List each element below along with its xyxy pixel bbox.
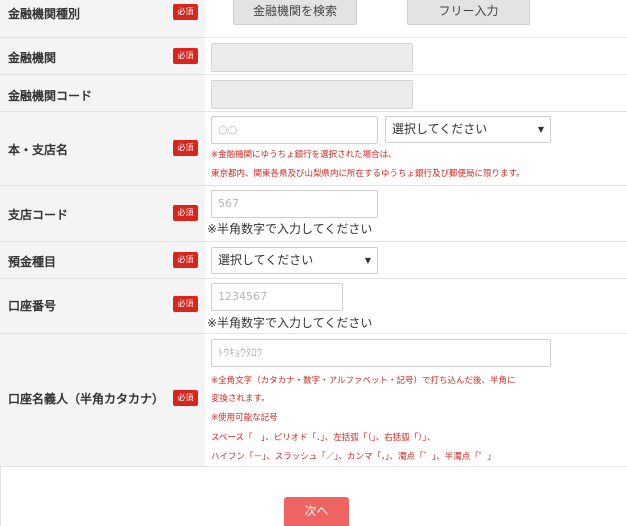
required-badge: 必須 xyxy=(173,296,198,312)
institution-field[interactable] xyxy=(211,43,413,72)
holder-note-line5: ハイフン「－」、スラッシュ「／」、カンマ「，」、濁点「゛」、半濁点「゜」 xyxy=(211,452,496,462)
institution-type-label: 金融機関種別 xyxy=(8,7,81,21)
next-button[interactable]: 次へ xyxy=(284,497,349,526)
label-cell: 支店コード 必須 xyxy=(0,186,205,241)
holder-note-line4: スペース「 」、ピリオド「．」、左括弧「（」、右括弧「）」、 xyxy=(211,433,436,443)
chevron-down-icon: ▼ xyxy=(537,125,544,134)
branch-code-label: 支店コード xyxy=(8,208,69,222)
row-institution: 金融機関 必須 xyxy=(0,38,627,75)
account-holder-input[interactable]: ﾄｳｷｮｳﾀﾛｳ xyxy=(211,339,551,367)
row-institution-code: 金融機関コード xyxy=(0,75,627,112)
branch-name-input[interactable]: ○○ xyxy=(211,116,378,144)
account-number-input[interactable]: 1234567 xyxy=(211,283,343,311)
field-cell xyxy=(205,75,627,111)
holder-note-line2: 変換されます。 xyxy=(211,394,270,404)
chevron-down-icon: ▼ xyxy=(364,256,371,265)
label-cell: 金融機関種別 必須 xyxy=(0,0,205,37)
account-holder-label: 口座名義人（半角カタカナ） xyxy=(8,392,165,406)
label-cell: 預金種目 必須 xyxy=(0,242,205,278)
required-badge: 必須 xyxy=(173,205,198,221)
required-badge: 必須 xyxy=(173,48,198,64)
row-account-holder: 口座名義人（半角カタカナ） 必須 ﾄｳｷｮｳﾀﾛｳ xyxy=(0,334,627,467)
holder-note-line1: ※全角文字（カタカナ・数字・アルファベット・記号）で打ち込んだ後、半角に xyxy=(211,376,516,386)
deposit-type-label: 預金種目 xyxy=(8,255,57,269)
divider xyxy=(0,467,1,526)
deposit-type-select[interactable]: 選択してください ▼ xyxy=(211,247,378,274)
field-cell xyxy=(205,38,627,74)
required-badge: 必須 xyxy=(173,4,198,20)
search-institution-button[interactable]: 金融機関を検索 xyxy=(233,0,357,25)
branch-select-value: 選択してください xyxy=(392,122,488,136)
branch-code-hint: ※半角数字で入力してください xyxy=(207,222,373,236)
branch-code-input[interactable]: 567 xyxy=(211,190,378,218)
required-badge: 必須 xyxy=(173,140,198,156)
label-cell: 金融機関 必須 xyxy=(0,38,205,74)
institution-code-label: 金融機関コード xyxy=(8,89,93,103)
institution-label: 金融機関 xyxy=(8,51,57,65)
label-cell: 口座番号 必須 xyxy=(0,279,205,333)
free-input-button[interactable]: フリー入力 xyxy=(407,0,530,25)
label-cell: 金融機関コード xyxy=(0,75,205,111)
branch-note-line1: ※金融機関にゆうちょ銀行を選択された場合は、 xyxy=(211,150,397,160)
branch-select[interactable]: 選択してください ▼ xyxy=(385,116,551,143)
label-cell: 本・支店名 必須 xyxy=(0,112,205,185)
branch-note-line2: 東京都内、関東各県及び山梨県内に所在するゆうちょ銀行及び郵便局に限ります。 xyxy=(211,169,525,179)
row-institution-type: 金融機関種別 必須 金融機関を検索 フリー入力 xyxy=(0,0,627,38)
account-number-label: 口座番号 xyxy=(8,299,57,313)
required-badge: 必須 xyxy=(173,252,198,268)
branch-name-label: 本・支店名 xyxy=(8,143,69,157)
field-cell: 金融機関を検索 フリー入力 xyxy=(205,0,627,37)
institution-code-field[interactable] xyxy=(211,80,413,109)
row-deposit-type: 預金種目 必須 選択してください ▼ xyxy=(0,242,627,279)
account-number-hint: ※半角数字で入力してください xyxy=(207,316,373,330)
field-cell: 選択してください ▼ xyxy=(205,242,627,278)
holder-note-line3: ※使用可能な記号 xyxy=(211,413,278,423)
deposit-type-select-value: 選択してください xyxy=(218,253,314,267)
label-cell: 口座名義人（半角カタカナ） 必須 xyxy=(0,334,205,466)
required-badge: 必須 xyxy=(173,390,198,406)
